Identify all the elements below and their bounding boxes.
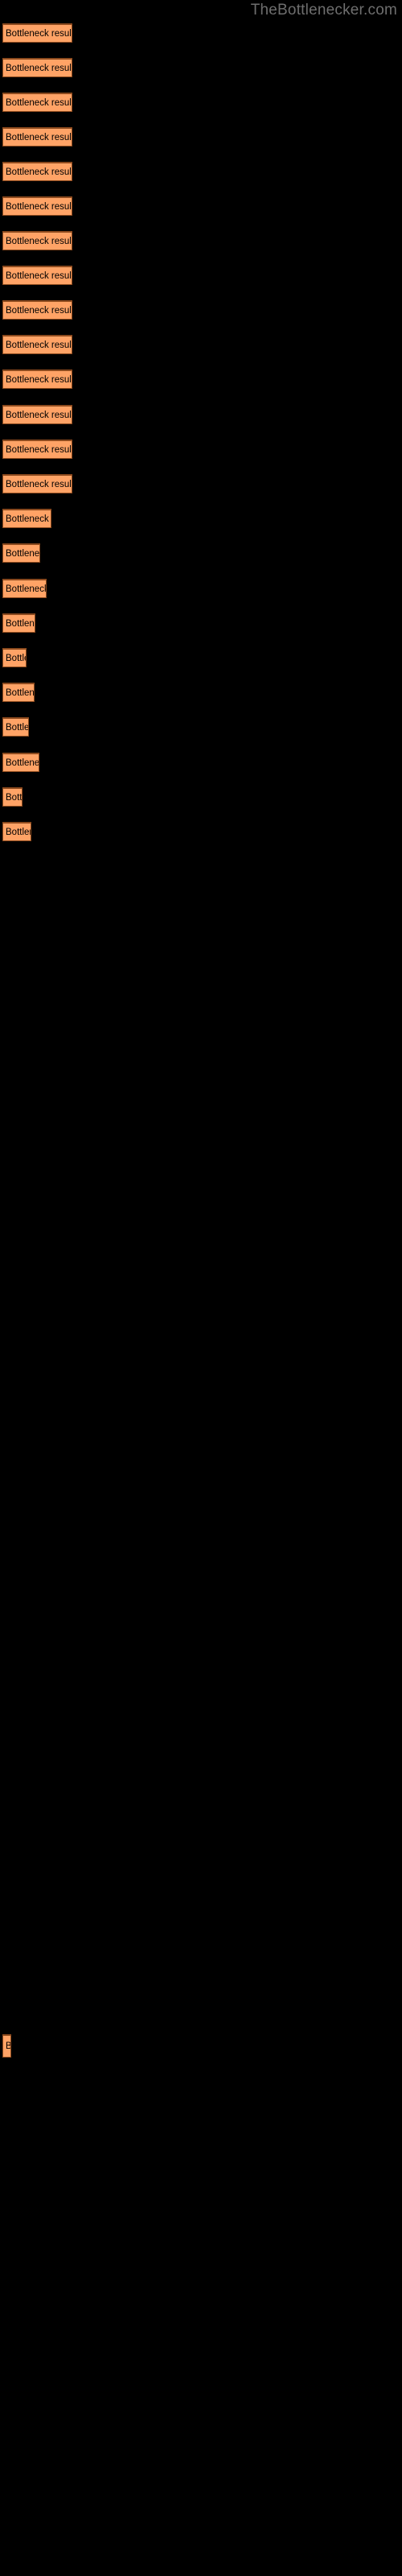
bar-chart-bar[interactable]: Bottleneck result <box>2 613 35 633</box>
bar-chart-bar[interactable]: Bottleneck result <box>2 2034 11 2058</box>
bar-label: Bottleneck result <box>6 514 51 524</box>
bar-label: Bottleneck result <box>6 201 72 212</box>
bar-label: Bottleneck result <box>6 167 72 177</box>
bar-chart-bar[interactable]: Bottleneck result <box>2 717 29 737</box>
bar-label: Bottleneck result <box>6 479 72 489</box>
bar-chart-bar[interactable]: Bottleneck result <box>2 822 31 841</box>
bar-label: Bottleneck result <box>6 618 35 629</box>
bar-label: Bottleneck result <box>6 63 72 73</box>
bar-chart-bar[interactable]: Bottleneck result <box>2 787 23 807</box>
bar-label: Bottleneck result <box>6 28 72 39</box>
bar-chart-bar[interactable]: Bottleneck result <box>2 162 72 181</box>
bar-label: Bottleneck result <box>6 653 26 663</box>
chart-page: TheBottlenecker.com Bottleneck result Bot… <box>0 0 402 2576</box>
bar-chart-bar[interactable]: Bottleneck result <box>2 474 72 493</box>
bar-label: Bottleneck result <box>6 132 72 142</box>
bar-label: Bottleneck result <box>6 548 40 559</box>
bar-chart-bar[interactable]: Bottleneck result <box>2 93 72 112</box>
bar-chart-bar[interactable]: Bottleneck result <box>2 579 47 598</box>
bar-chart-bar[interactable]: Bottleneck result <box>2 648 27 667</box>
bar-label: Bottleneck result <box>6 827 31 837</box>
bar-chart-bar[interactable]: Bottleneck result <box>2 266 72 285</box>
bar-label: Bottleneck result <box>6 236 72 246</box>
bar-chart-bar[interactable]: Bottleneck result <box>2 127 72 147</box>
page-title: TheBottlenecker.com <box>250 2 397 19</box>
bar-chart-bar[interactable]: Bottleneck result <box>2 509 51 528</box>
bar-label: Bottleneck result <box>6 584 47 594</box>
bar-label: Bottleneck result <box>6 410 72 420</box>
bar-label: Bottleneck result <box>6 97 72 108</box>
bar-label: Bottleneck result <box>6 444 72 455</box>
bar-label: Bottleneck result <box>6 2041 11 2051</box>
bar-chart-bar[interactable]: Bottleneck result <box>2 369 72 389</box>
bar-label: Bottleneck result <box>6 340 72 350</box>
bar-label: Bottleneck result <box>6 758 39 768</box>
bar-chart-bar[interactable]: Bottleneck result <box>2 440 72 459</box>
bar-chart-bar[interactable]: Bottleneck result <box>2 58 72 77</box>
bar-label: Bottleneck result <box>6 687 35 698</box>
bar-chart-bar[interactable]: Bottleneck result <box>2 196 72 216</box>
bar-chart-bar[interactable]: Bottleneck result <box>2 231 72 250</box>
bar-chart-bar[interactable]: Bottleneck result <box>2 405 72 424</box>
bar-label: Bottleneck result <box>6 270 72 281</box>
bar-chart-bar[interactable]: Bottleneck result <box>2 543 40 563</box>
bar-label: Bottleneck result <box>6 722 29 733</box>
bar-label: Bottleneck result <box>6 374 72 385</box>
bar-chart-bar[interactable]: Bottleneck result <box>2 753 39 772</box>
bar-chart-bar[interactable]: Bottleneck result <box>2 335 72 354</box>
bar-chart-bar[interactable]: Bottleneck result <box>2 300 72 320</box>
bar-chart-bar[interactable]: Bottleneck result <box>2 23 72 43</box>
bar-chart-bar[interactable]: Bottleneck result <box>2 683 35 702</box>
bar-label: Bottleneck result <box>6 305 72 316</box>
bar-label: Bottleneck result <box>6 792 23 803</box>
